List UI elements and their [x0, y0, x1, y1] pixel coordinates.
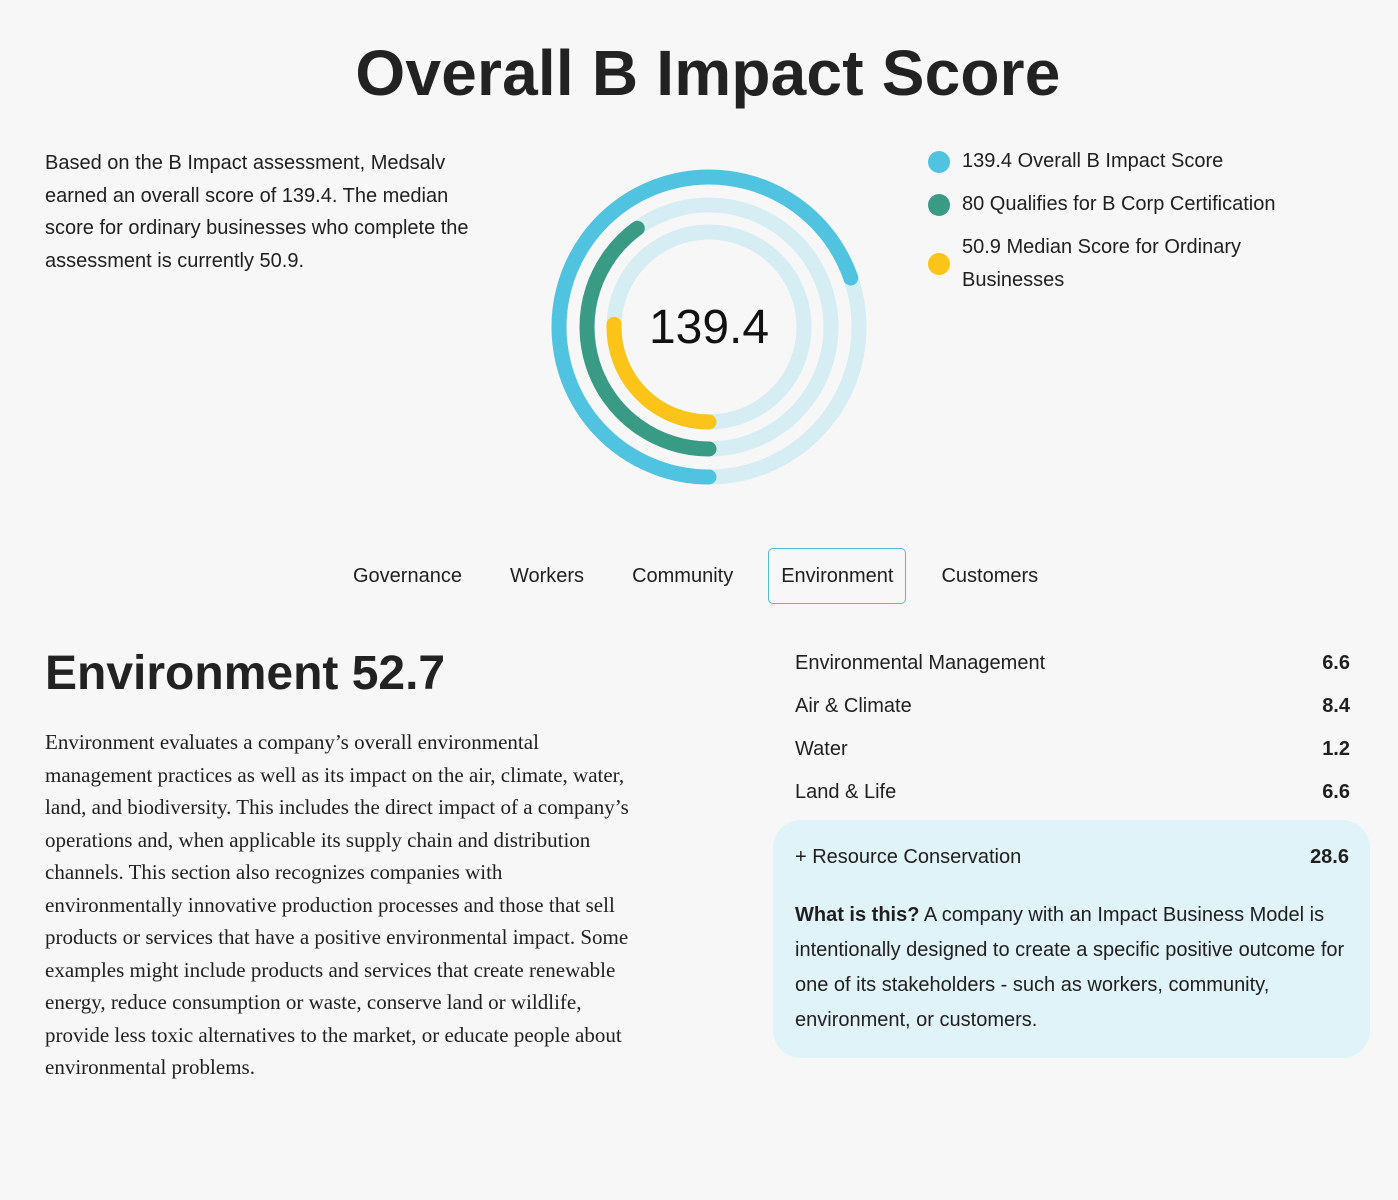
legend-dot-icon — [928, 253, 950, 275]
legend-item-median: 50.9 Median Score for Ordinary Businesse… — [928, 231, 1328, 297]
resource-conservation-row[interactable]: + Resource Conservation 28.6 — [795, 842, 1349, 872]
score-value: 6.6 — [1322, 652, 1350, 674]
legend-item-certification: 80 Qualifies for B Corp Certification — [928, 188, 1328, 221]
score-row: Water 1.2 — [795, 728, 1350, 771]
section-title: Environment 52.7 — [45, 647, 446, 700]
score-rings-chart: 139.4 — [549, 167, 869, 487]
score-row: Air & Climate 8.4 — [795, 685, 1350, 728]
score-value: 6.6 — [1322, 781, 1350, 803]
score-label: Air & Climate — [795, 695, 912, 717]
tab-governance[interactable]: Governance — [340, 548, 475, 604]
tab-environment[interactable]: Environment — [768, 548, 907, 604]
score-row: Land & Life 6.6 — [795, 771, 1350, 814]
legend-label: 139.4 Overall B Impact Score — [962, 150, 1224, 172]
resource-conservation-value: 28.6 — [1310, 845, 1349, 868]
tab-workers[interactable]: Workers — [497, 548, 597, 604]
section-description: Environment evaluates a company’s overal… — [45, 730, 629, 1079]
tab-customers[interactable]: Customers — [928, 548, 1051, 604]
impact-business-model-card: + Resource Conservation 28.6 What is thi… — [773, 820, 1370, 1058]
info-question: What is this? — [795, 904, 920, 926]
tab-community[interactable]: Community — [619, 548, 746, 604]
legend-label: 50.9 Median Score for Ordinary Businesse… — [962, 236, 1242, 291]
score-value: 1.2 — [1322, 738, 1350, 760]
intro-text: Based on the B Impact assessment, Medsal… — [45, 152, 469, 272]
score-breakdown: Environmental Management 6.6 Air & Clima… — [795, 642, 1350, 814]
score-label: Environmental Management — [795, 652, 1046, 674]
resource-conservation-label: + Resource Conservation — [795, 845, 1022, 868]
legend-dot-icon — [928, 193, 950, 216]
legend-dot-icon — [928, 150, 950, 173]
score-legend: 139.4 Overall B Impact Score 80 Qualifie… — [928, 145, 1328, 307]
score-label: Water — [795, 738, 848, 760]
page: Overall B Impact Score Based on the B Im… — [0, 0, 1398, 1200]
score-row: Environmental Management 6.6 — [795, 642, 1350, 685]
legend-label: 80 Qualifies for B Corp Certification — [962, 193, 1276, 215]
score-value: 8.4 — [1322, 695, 1350, 717]
impact-area-tabs: Governance Workers Community Environment… — [340, 548, 1063, 604]
score-label: Land & Life — [795, 781, 897, 803]
legend-item-overall: 139.4 Overall B Impact Score — [928, 145, 1328, 178]
info-explanation: What is this? A company with an Impact B… — [795, 898, 1349, 1038]
center-score: 139.4 — [648, 300, 770, 354]
page-title: Overall B Impact Score — [355, 37, 1061, 109]
